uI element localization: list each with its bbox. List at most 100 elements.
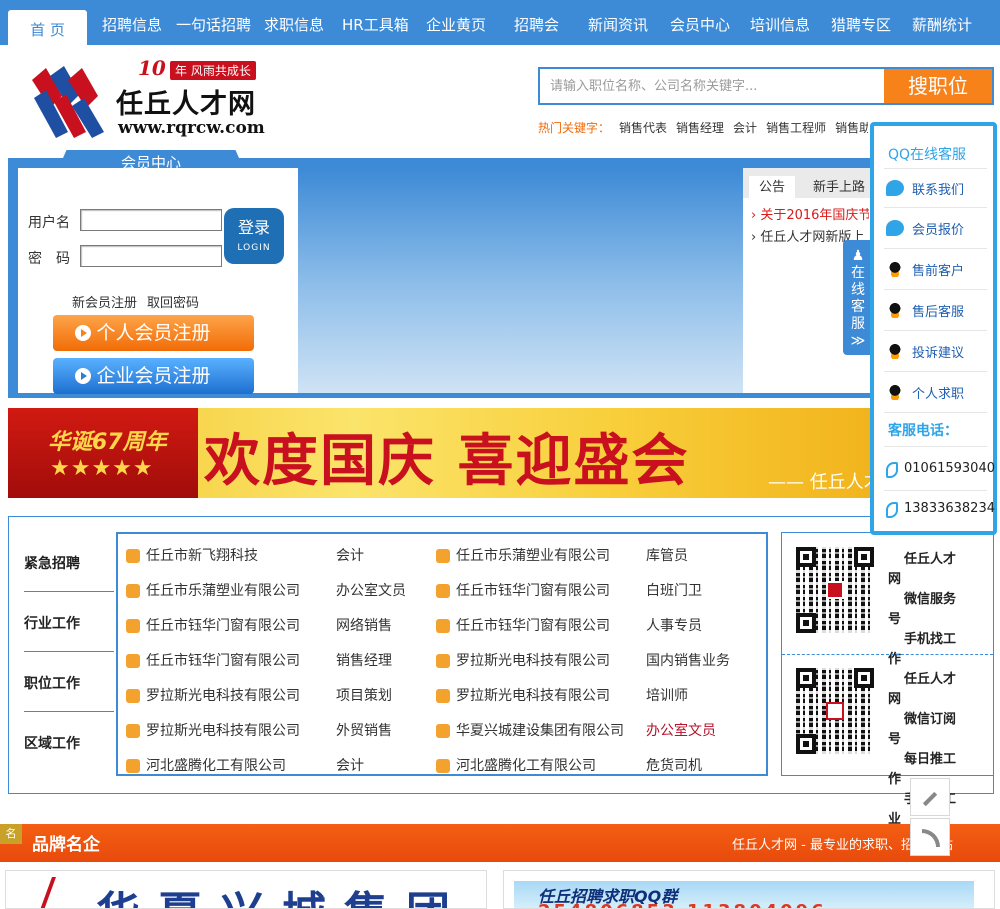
national-day-banner[interactable]: 华诞67周年 ★★★★★ 欢度国庆 喜迎盛会 —— 任丘人才 [8, 408, 870, 498]
urgent-icon [126, 584, 140, 598]
nav-item-member-center[interactable]: 会员中心 [670, 0, 730, 45]
company-link[interactable]: 任丘市乐蒲塑业有限公司 [456, 545, 610, 565]
banner-subtitle: —— 任丘人才 [768, 472, 870, 493]
search-jobs-button[interactable]: 搜职位 [884, 69, 992, 103]
company-link[interactable]: 任丘市新飞翔科技 [146, 545, 258, 565]
company-link[interactable]: 任丘市钰华门窗有限公司 [146, 615, 300, 635]
brand-title: 品牌名企 [32, 835, 100, 855]
company-link[interactable]: 罗拉斯光电科技有限公司 [456, 685, 610, 705]
company-register-button[interactable]: 企业会员注册 [53, 358, 254, 394]
company-link[interactable]: 华夏兴城建设集团有限公司 [456, 720, 624, 740]
position-link[interactable]: 会计 [336, 545, 364, 565]
position-link[interactable]: 会计 [336, 755, 364, 775]
qq-group-ad[interactable]: 任丘招聘求职QQ群 254806853 113804096 [503, 870, 995, 909]
hot-keyword-link[interactable]: 销售工程师 [766, 121, 826, 135]
category-region[interactable]: 区域工作 [24, 733, 114, 753]
logo-site-url: www.rqrcw.com [118, 118, 265, 138]
urgent-icon [436, 689, 450, 703]
position-link[interactable]: 外贸销售 [336, 720, 392, 740]
position-link[interactable]: 国内销售业务 [646, 650, 730, 670]
person-icon: ♟ [851, 248, 865, 264]
nav-item-job-fair[interactable]: 招聘会 [514, 0, 559, 45]
category-urgent[interactable]: 紧急招聘 [24, 553, 114, 573]
position-link[interactable]: 人事专员 [646, 615, 702, 635]
hot-keyword-link[interactable]: 销售助 [835, 121, 868, 135]
qq-group-numbers: 254806853 113804096 [538, 901, 827, 908]
hot-keywords: 热门关键字： 销售代表 销售经理 会计 销售工程师 销售助 [538, 119, 868, 136]
hot-keyword-link[interactable]: 销售经理 [676, 121, 724, 135]
banner-anniversary: 华诞67周年 [48, 430, 167, 455]
password-field[interactable] [80, 245, 222, 267]
position-link[interactable]: 办公室文员 [646, 720, 716, 740]
category-position[interactable]: 职位工作 [24, 673, 114, 693]
company-link[interactable]: 任丘市乐蒲塑业有限公司 [146, 580, 300, 600]
site-logo[interactable]: 10 年 风雨共成长 任丘人才网 www.rqrcw.com [18, 52, 286, 144]
position-link[interactable]: 办公室文员 [336, 580, 406, 600]
online-service-tab[interactable]: ♟ 在 线 客 服 ≫ [843, 240, 873, 355]
qq-penguin-icon [886, 384, 904, 400]
nav-item-news[interactable]: 新闻资讯 [588, 0, 648, 45]
nav-home[interactable]: 首 页 [8, 10, 87, 45]
category-industry[interactable]: 行业工作 [24, 613, 114, 633]
qq-penguin-icon [886, 343, 904, 359]
position-link[interactable]: 培训师 [646, 685, 688, 705]
login-button[interactable]: 登录 LOGIN [224, 208, 284, 264]
login-button-label: 登录 [237, 218, 270, 237]
nav-item-headhunting[interactable]: 猎聘专区 [831, 0, 891, 45]
phone-icon [886, 462, 898, 478]
top-nav: 首 页 招聘信息 一句话招聘 求职信息 HR工具箱 企业黄页 招聘会 新闻资讯 … [0, 0, 1000, 45]
logo-slogan: 10 年 风雨共成长 [138, 56, 288, 80]
rss-button[interactable] [910, 818, 950, 856]
banner-headline: 欢度国庆 喜迎盛会 [204, 428, 690, 494]
nav-item-one-sentence[interactable]: 一句话招聘 [176, 0, 251, 45]
arrow-right-icon [75, 325, 91, 341]
nav-item-hr-toolbox[interactable]: HR工具箱 [342, 0, 409, 45]
qq-penguin-icon [886, 261, 904, 277]
position-link[interactable]: 白班门卫 [646, 580, 702, 600]
logo-mark-icon [32, 66, 104, 138]
position-link[interactable]: 项目策划 [336, 685, 392, 705]
tab-announcement[interactable]: 公告 [749, 176, 795, 198]
position-link[interactable]: 库管员 [646, 545, 688, 565]
nav-item-recruitment[interactable]: 招聘信息 [102, 0, 162, 45]
company-link[interactable]: 罗拉斯光电科技有限公司 [456, 650, 610, 670]
nav-item-training[interactable]: 培训信息 [750, 0, 810, 45]
company-logo-icon [39, 877, 93, 908]
personal-register-button[interactable]: 个人会员注册 [53, 315, 254, 351]
company-register-label: 企业会员注册 [96, 365, 211, 387]
hot-keyword-link[interactable]: 销售代表 [619, 121, 667, 135]
company-link[interactable]: 任丘市钰华门窗有限公司 [456, 580, 610, 600]
company-link[interactable]: 任丘市钰华门窗有限公司 [456, 615, 610, 635]
username-field[interactable] [80, 209, 222, 231]
retrieve-password-link[interactable]: 取回密码 [147, 296, 199, 311]
position-link[interactable]: 网络销售 [336, 615, 392, 635]
urgent-icon [126, 549, 140, 563]
company-ad-huaxia[interactable]: 华夏兴城集团 [5, 870, 487, 909]
hot-keywords-label: 热门关键字： [538, 121, 611, 135]
wechat-subscription-text: 任丘人才 网 微信订阅 号 每日推工 作 [888, 672, 957, 787]
banner-stars: ★★★★★ [50, 456, 154, 481]
qq-customer-service-panel: QQ在线客服 联系我们 会员报价 售前客户 售后客服 投诉建议 个人求职 客服电… [870, 122, 997, 535]
company-link[interactable]: 罗拉斯光电科技有限公司 [146, 685, 300, 705]
urgent-icon [436, 759, 450, 773]
company-link[interactable]: 河北盛腾化工有限公司 [146, 755, 286, 775]
urgent-icon [126, 689, 140, 703]
tab-beginner-guide[interactable]: 新手上路 [813, 176, 865, 198]
position-link[interactable]: 销售经理 [336, 650, 392, 670]
nav-item-company-directory[interactable]: 企业黄页 [426, 0, 486, 45]
company-link[interactable]: 罗拉斯光电科技有限公司 [146, 720, 300, 740]
urgent-icon [436, 584, 450, 598]
new-member-register-link[interactable]: 新会员注册 [72, 296, 137, 311]
notice-item[interactable]: › 关于2016年国庆节 [751, 204, 869, 223]
logo-anniversary-badge: 10 [138, 56, 166, 80]
slideshow-area [298, 168, 743, 393]
job-search-bar: 搜职位 [538, 67, 994, 105]
search-input[interactable] [540, 69, 884, 103]
nav-item-salary[interactable]: 薪酬统计 [912, 0, 972, 45]
nav-item-job-seeking[interactable]: 求职信息 [264, 0, 324, 45]
hot-keyword-link[interactable]: 会计 [733, 121, 757, 135]
position-link[interactable]: 危货司机 [646, 755, 702, 775]
company-link[interactable]: 任丘市钰华门窗有限公司 [146, 650, 300, 670]
company-link[interactable]: 河北盛腾化工有限公司 [456, 755, 596, 775]
feedback-button[interactable] [910, 778, 950, 816]
